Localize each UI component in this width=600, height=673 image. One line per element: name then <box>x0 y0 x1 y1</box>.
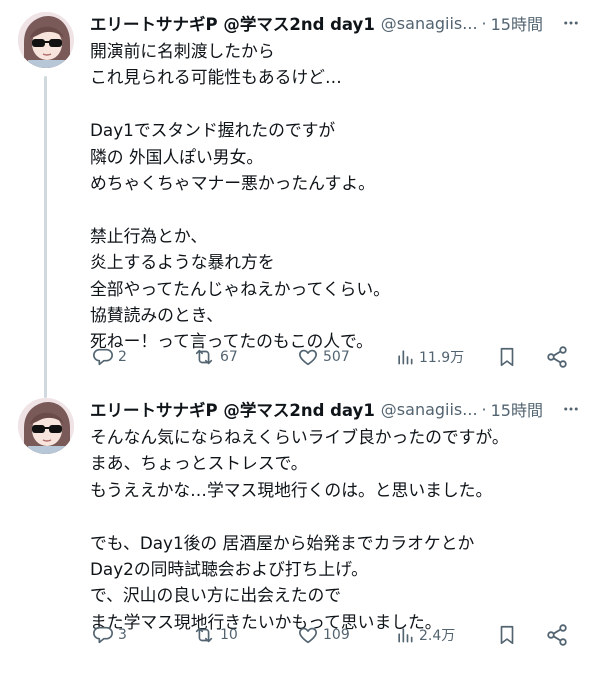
author-display-name[interactable]: エリートサナギP @学マス2nd day1 <box>90 397 375 421</box>
share-button[interactable] <box>545 623 569 647</box>
separator-dot: · <box>481 13 487 33</box>
tweet-text-line: これ見られる可能性もあるけど… <box>90 67 342 88</box>
heart-icon <box>299 627 317 644</box>
tweet-text-line: Day2の同時試聴会および打ち上げ。 <box>90 558 368 579</box>
reply-bubble-icon <box>93 348 113 366</box>
author-display-name[interactable]: エリートサナギP @学マス2nd day1 <box>90 11 375 35</box>
avatar[interactable] <box>18 12 74 68</box>
retweet-count: 67 <box>220 349 238 365</box>
like-button[interactable]: 109 <box>297 624 350 646</box>
separator-dot: · <box>481 399 487 419</box>
tweet[interactable]: エリートサナギP @学マス2nd day1 @sanagiis... · 15時… <box>0 0 600 398</box>
bar-chart-icon <box>398 350 413 365</box>
tweet-action-bar: 2 67 507 11.9万 <box>92 342 582 372</box>
tweet-text-line: 炎上するような暴れ方を <box>90 252 275 273</box>
reply-button[interactable]: 3 <box>92 624 127 646</box>
bookmark-button[interactable] <box>496 346 518 368</box>
tweet-text-line <box>90 196 590 222</box>
tweet-text-line: 開演前に名刺渡したから <box>90 41 275 61</box>
tweet-text-line <box>90 91 590 117</box>
tweet-text-line: Day1でスタンド握れたのですが <box>90 120 336 141</box>
tweet-action-bar: 3 10 109 2.4万 <box>92 620 582 650</box>
avatar-illustration <box>18 398 74 454</box>
more-horizontal-icon <box>564 407 578 411</box>
retweet-arrows-icon <box>195 627 213 643</box>
reply-count: 2 <box>118 349 127 365</box>
author-handle[interactable]: @sanagiis... <box>381 14 478 33</box>
reply-button[interactable]: 2 <box>92 346 127 368</box>
bookmark-icon <box>500 625 514 645</box>
more-options-button[interactable] <box>560 396 582 422</box>
more-options-button[interactable] <box>560 10 582 36</box>
more-horizontal-icon <box>564 21 578 25</box>
share-nodes-icon <box>547 346 567 368</box>
like-count: 109 <box>323 627 350 643</box>
tweet-timestamp[interactable]: 15時間 <box>491 397 543 421</box>
tweet-timestamp[interactable]: 15時間 <box>491 11 543 35</box>
bar-chart-icon <box>398 628 413 643</box>
tweet[interactable]: エリートサナギP @学マス2nd day1 @sanagiis... · 15時… <box>0 386 600 673</box>
retweet-arrows-icon <box>195 349 213 365</box>
avatar-illustration <box>18 12 74 68</box>
retweet-button[interactable]: 10 <box>192 624 238 646</box>
tweet-header: エリートサナギP @学マス2nd day1 @sanagiis... · 15時… <box>90 396 590 422</box>
tweet-header: エリートサナギP @学マス2nd day1 @sanagiis... · 15時… <box>90 10 590 36</box>
tweet-text-line: で、沢山の良い方に出会えたので <box>90 585 342 606</box>
reply-count: 3 <box>118 627 127 643</box>
tweet-text-line: 隣の 外国人ぽい男女。 <box>90 146 264 167</box>
share-nodes-icon <box>547 624 567 646</box>
avatar[interactable] <box>18 398 74 454</box>
view-count: 11.9万 <box>419 350 465 366</box>
retweet-button[interactable]: 67 <box>192 346 238 368</box>
views-button[interactable]: 2.4万 <box>395 624 455 646</box>
tweet-text-line: もうええかな…学マス現地行くのは。と思いました。 <box>90 479 493 500</box>
thread-connector-line <box>44 76 47 398</box>
tweet-text: 開演前に名刺渡したから これ見られる可能性もあるけど… Day1でスタンド握れた… <box>90 38 590 355</box>
tweet-text-line: そんなん気にならねえくらいライブ良かったのですが。 <box>90 427 509 447</box>
tweet-text-line <box>90 503 590 529</box>
like-button[interactable]: 507 <box>297 346 350 368</box>
views-button[interactable]: 11.9万 <box>395 346 464 368</box>
heart-icon <box>299 349 317 366</box>
bookmark-icon <box>500 347 514 367</box>
tweet-text-line: まあ、ちょっとストレスで。 <box>90 453 308 474</box>
tweet-text-line: 全部やってたんじゃねえかってくらい。 <box>90 278 390 299</box>
view-count: 2.4万 <box>419 628 456 644</box>
tweet-text: そんなん気にならねえくらいライブ良かったのですが。 まあ、ちょっとストレスで。 … <box>90 424 590 635</box>
reply-bubble-icon <box>93 626 113 644</box>
like-count: 507 <box>323 349 350 365</box>
tweet-text-line: 禁止行為とか、 <box>90 225 208 246</box>
tweet-text-line: でも、Day1後の 居酒屋から始発までカラオケとか <box>90 532 475 553</box>
bookmark-button[interactable] <box>496 624 518 646</box>
tweet-text-line: めちゃくちゃマナー悪かったんすよ。 <box>90 172 375 193</box>
tweet-text-line: 協賛読みのとき、 <box>90 304 224 325</box>
share-button[interactable] <box>545 345 569 369</box>
author-handle[interactable]: @sanagiis... <box>381 400 478 419</box>
retweet-count: 10 <box>220 627 238 643</box>
